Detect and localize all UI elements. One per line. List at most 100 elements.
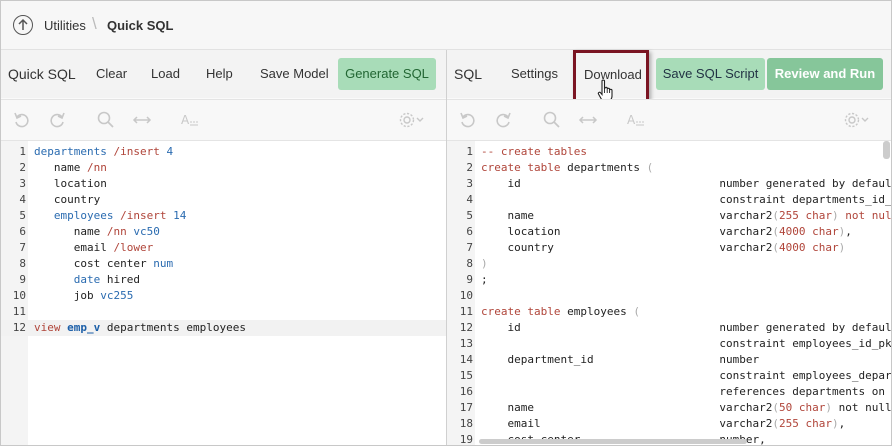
code-text: create table departments (	[481, 161, 654, 174]
code-text: location	[34, 177, 107, 190]
code-line[interactable]: 15 constraint employees_departm	[447, 368, 891, 384]
expand-horizontal-icon[interactable]	[578, 110, 598, 130]
code-line[interactable]: 10 job vc255	[1, 288, 446, 304]
code-line[interactable]: 9;	[447, 272, 891, 288]
breadcrumb-current: Quick SQL	[107, 18, 174, 33]
quick-sql-toolbar: Quick SQL Clear Load Help Save Model Gen…	[1, 50, 446, 98]
undo-icon[interactable]	[458, 110, 478, 130]
code-line[interactable]: 6 location varchar2(4000 char),	[447, 224, 891, 240]
line-number: 1	[19, 145, 26, 158]
code-text: email /lower	[34, 241, 154, 254]
line-number: 3	[19, 177, 26, 190]
code-line[interactable]: 4 country	[1, 192, 446, 208]
up-arrow-icon[interactable]	[13, 15, 33, 35]
code-text: name varchar2(255 char) not null	[481, 209, 891, 222]
code-line[interactable]: 3 location	[1, 176, 446, 192]
code-line[interactable]: 1 -- create tables	[447, 144, 891, 160]
code-line[interactable]: 17 name varchar2(50 char) not null,	[447, 400, 891, 416]
expand-horizontal-icon[interactable]	[132, 110, 152, 130]
line-number: 4	[466, 193, 473, 206]
generate-sql-button[interactable]: Generate SQL	[338, 58, 436, 90]
settings-button[interactable]: Settings	[511, 66, 558, 81]
code-line[interactable]: 11 create table employees (	[447, 304, 891, 320]
breadcrumb-utilities-link[interactable]: Utilities	[44, 18, 86, 33]
code-text: name /nn vc50	[34, 225, 160, 238]
code-line[interactable]: 5 employees /insert 14	[1, 208, 446, 224]
code-line[interactable]: 4 constraint departments_id_p	[447, 192, 891, 208]
code-text: -- create tables	[481, 145, 587, 158]
line-number: 8	[19, 257, 26, 270]
autocomplete-icon[interactable]: A	[626, 110, 646, 130]
autocomplete-icon[interactable]: A	[180, 110, 200, 130]
code-text: id number generated by default	[481, 177, 891, 190]
save-sql-script-button[interactable]: Save SQL Script	[656, 58, 765, 90]
left-editor-toolbar: A	[1, 99, 446, 141]
code-line[interactable]: 12 view emp_v departments employees	[1, 320, 446, 336]
review-and-run-button[interactable]: Review and Run	[767, 58, 883, 90]
clear-button[interactable]: Clear	[96, 66, 127, 81]
line-number: 5	[19, 209, 26, 222]
settings-gear-icon[interactable]	[398, 110, 426, 130]
code-line[interactable]: 7 email /lower	[1, 240, 446, 256]
line-number: 17	[459, 401, 473, 414]
code-text: name varchar2(50 char) not null,	[481, 401, 891, 414]
code-line[interactable]: 2 create table departments (	[447, 160, 891, 176]
redo-icon[interactable]	[47, 110, 67, 130]
code-line[interactable]: 12 id number generated by default	[447, 320, 891, 336]
code-text: country varchar2(4000 char)	[481, 241, 846, 254]
horizontal-scrollbar[interactable]	[479, 439, 747, 444]
line-number: 18	[459, 417, 473, 430]
pane-divider[interactable]	[446, 50, 447, 445]
line-number: 10	[459, 289, 473, 302]
code-line[interactable]: 13 constraint employees_id_pk p	[447, 336, 891, 352]
code-text: constraint departments_id_p	[481, 193, 891, 206]
code-line[interactable]: 2 name /nn	[1, 160, 446, 176]
sql-title: SQL	[454, 66, 483, 82]
redo-icon[interactable]	[493, 110, 513, 130]
svg-text:A: A	[181, 113, 190, 127]
line-number: 8	[466, 257, 473, 270]
code-line[interactable]: 6 name /nn vc50	[1, 224, 446, 240]
code-line[interactable]: 18 email varchar2(255 char),	[447, 416, 891, 432]
code-line[interactable]: 16 references departments on d	[447, 384, 891, 400]
help-button[interactable]: Help	[206, 66, 233, 81]
quick-sql-title: Quick SQL	[8, 66, 76, 82]
line-number: 11	[459, 305, 473, 318]
code-text: constraint employees_departm	[481, 369, 891, 382]
code-text: create table employees (	[481, 305, 640, 318]
line-number: 5	[466, 209, 473, 222]
quick-sql-editor[interactable]: 1 departments /insert 4 2 name /nn 3 locati…	[1, 141, 446, 445]
search-icon[interactable]	[96, 110, 116, 130]
line-number: 19	[459, 433, 473, 446]
breadcrumb-separator: \	[92, 14, 97, 33]
code-line[interactable]: 14 department_id number	[447, 352, 891, 368]
code-line[interactable]: 1 departments /insert 4	[1, 144, 446, 160]
vertical-scrollbar[interactable]	[883, 141, 890, 159]
line-number: 12	[12, 321, 26, 334]
sql-output-editor[interactable]: 1 -- create tables 2 create table departmen…	[447, 141, 891, 446]
code-text: date hired	[34, 273, 140, 286]
code-line[interactable]: 8)	[447, 256, 891, 272]
code-line[interactable]: 9 date hired	[1, 272, 446, 288]
code-text: job vc255	[34, 289, 134, 302]
line-number: 12	[459, 321, 473, 334]
undo-icon[interactable]	[12, 110, 32, 130]
save-model-button[interactable]: Save Model	[260, 66, 329, 81]
line-number: 11	[12, 305, 26, 318]
code-line[interactable]: 10	[447, 288, 891, 304]
load-button[interactable]: Load	[151, 66, 180, 81]
code-line[interactable]: 3 id number generated by default	[447, 176, 891, 192]
code-text: references departments on d	[481, 385, 891, 398]
code-line[interactable]: 11	[1, 304, 446, 320]
code-line[interactable]: 8 cost center num	[1, 256, 446, 272]
code-text: )	[481, 257, 488, 270]
code-text: country	[34, 193, 101, 206]
line-number: 2	[466, 161, 473, 174]
code-line[interactable]: 5 name varchar2(255 char) not null	[447, 208, 891, 224]
line-number: 7	[19, 241, 26, 254]
settings-gear-icon[interactable]	[843, 110, 871, 130]
code-line[interactable]: 7 country varchar2(4000 char)	[447, 240, 891, 256]
right-editor-toolbar: A	[447, 99, 891, 141]
code-text: departments /insert 4	[34, 145, 174, 158]
search-icon[interactable]	[542, 110, 562, 130]
